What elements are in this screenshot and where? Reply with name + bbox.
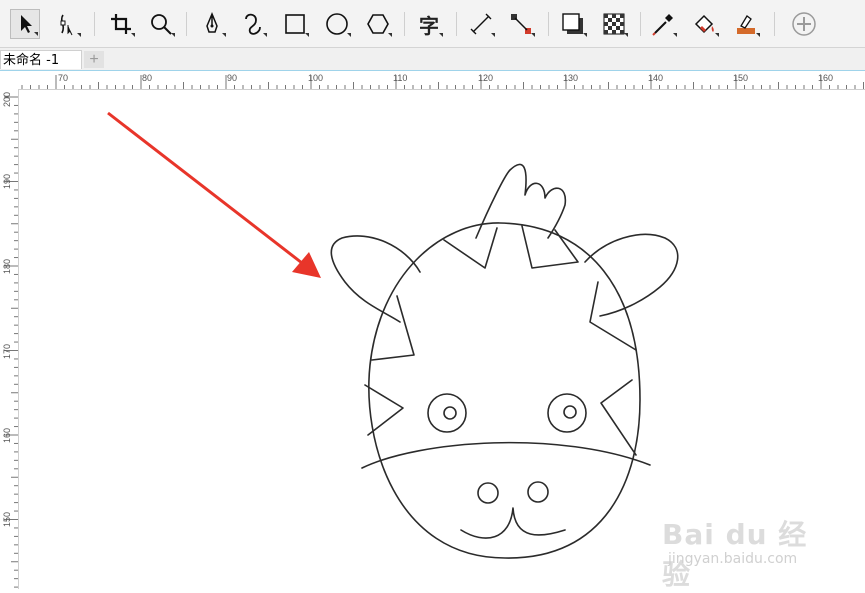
text-icon: 字	[419, 13, 439, 38]
polygon-tool-button[interactable]	[363, 9, 393, 39]
pick-tool-button[interactable]	[10, 9, 40, 39]
interactive-fill-tool-button[interactable]	[690, 9, 720, 39]
ruler-label: 150	[2, 511, 12, 527]
ruler-label: 160	[818, 73, 834, 83]
smart-fill-tool-button[interactable]	[731, 9, 761, 39]
add-tool-button[interactable]	[789, 9, 819, 39]
left-pupil	[443, 406, 457, 420]
ruler-label: 100	[308, 73, 324, 83]
muzzle-line	[361, 441, 651, 469]
right-ear	[584, 233, 679, 317]
zoom-tool-button[interactable]	[146, 9, 176, 39]
ruler-label: 110	[393, 73, 408, 83]
ruler-label: 200	[2, 91, 12, 107]
stripe	[589, 281, 637, 351]
dimension-tool-button[interactable]	[466, 9, 496, 39]
ruler-label: 120	[478, 73, 494, 83]
hair-tuft	[475, 163, 567, 239]
drop-shadow-tool-button[interactable]	[558, 9, 588, 39]
baidu-watermark: Bai du 经验 jingyan.baidu.com	[662, 513, 822, 591]
toolbox: 字	[0, 0, 865, 48]
rectangle-tool-button[interactable]	[280, 9, 310, 39]
ruler-origin[interactable]	[0, 71, 18, 89]
stripe	[371, 295, 415, 361]
ruler-label: 180	[2, 258, 12, 274]
ellipse-tool-button[interactable]	[322, 9, 352, 39]
vertical-ruler[interactable]: 200 190 180 170 160 150	[0, 89, 19, 589]
drawing-canvas[interactable]: Bai du 经验 jingyan.baidu.com	[19, 90, 865, 591]
crop-tool-button[interactable]	[106, 9, 136, 39]
ruler-label: 160	[2, 427, 12, 443]
pen-tool-button[interactable]	[197, 9, 227, 39]
eyedropper-tool-button[interactable]	[648, 9, 678, 39]
ruler-label: 190	[2, 173, 12, 189]
right-eye	[547, 393, 587, 433]
document-tab[interactable]: 未命名 -1	[0, 50, 82, 69]
ruler-label: 150	[733, 73, 749, 83]
artistic-media-tool-button[interactable]	[238, 9, 268, 39]
head-outline	[368, 222, 641, 559]
transparency-tool-button[interactable]	[599, 9, 629, 39]
left-eye	[427, 393, 467, 433]
text-tool-button[interactable]: 字	[414, 9, 444, 39]
stripe	[600, 379, 637, 456]
ruler-label: 90	[227, 73, 238, 83]
right-pupil	[563, 405, 577, 419]
left-ear	[330, 235, 421, 323]
ruler-label: 80	[142, 73, 153, 83]
plus-circle-icon	[792, 12, 816, 36]
ruler-label: 170	[2, 343, 12, 359]
watermark-url: jingyan.baidu.com	[668, 551, 798, 567]
connector-tool-button[interactable]	[506, 9, 536, 39]
shape-tool-button[interactable]	[52, 9, 82, 39]
horizontal-ruler[interactable]: 70 80 90 100 110 120 130 140 150 160	[18, 71, 865, 90]
ruler-label: 140	[648, 73, 664, 83]
red-annotation-arrow	[107, 111, 321, 278]
right-nostril	[527, 481, 549, 503]
ruler-label: 70	[58, 73, 69, 83]
document-tab-bar: 未命名 -1 +	[0, 48, 865, 71]
mouth	[460, 507, 566, 539]
left-nostril	[477, 482, 499, 504]
add-document-button[interactable]: +	[84, 51, 104, 68]
ruler-label: 130	[563, 73, 579, 83]
